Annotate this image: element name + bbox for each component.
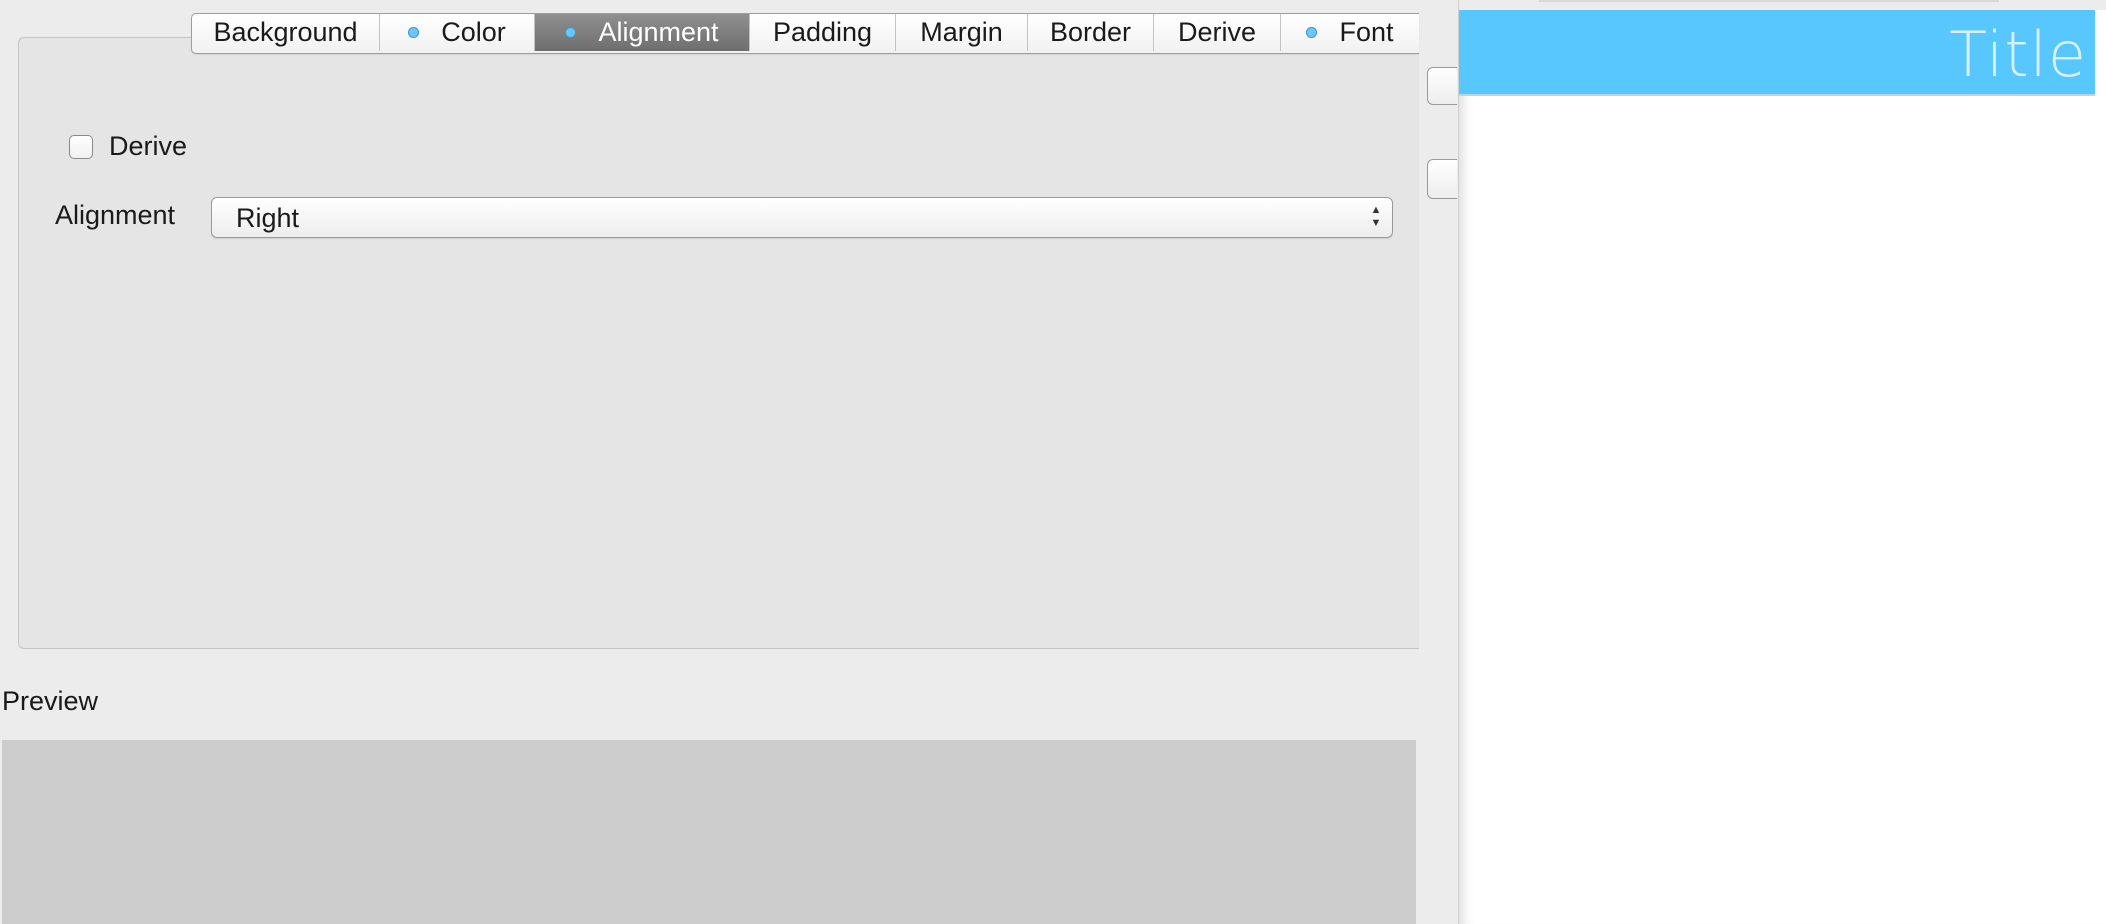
tab-label: Border (1049, 17, 1132, 47)
modified-dot-icon (1306, 27, 1318, 38)
tab-label: Alignment (598, 17, 719, 47)
preview-title-bar[interactable]: Title (1459, 10, 2095, 96)
modified-dot-icon (565, 27, 577, 38)
tab-border[interactable]: Border (1028, 14, 1154, 51)
tab-label: Padding (772, 17, 873, 47)
modified-dot-icon (408, 27, 420, 38)
alignment-selected-value: Right (236, 203, 300, 233)
tab-label: Background (213, 17, 358, 47)
tab-background[interactable]: Background (192, 14, 380, 51)
tab-label: Font (1339, 17, 1394, 47)
tab-color[interactable]: Color (380, 14, 535, 51)
alignment-label: Alignment (55, 200, 176, 230)
preview-label: Preview (2, 686, 99, 716)
select-arrows-icon: ▲ ▼ (1370, 204, 1382, 229)
tab-margin[interactable]: Margin (896, 14, 1028, 51)
tab-content-panel: Derive Alignment Right ▲ ▼ (18, 37, 1457, 649)
tab-label: Margin (920, 17, 1003, 47)
preview-top-strip (1459, 0, 2106, 10)
preview-title: Title (1949, 18, 2087, 91)
tab-derive[interactable]: Derive (1154, 14, 1281, 51)
style-tab-bar: Background Color Alignment Padding Margi… (191, 13, 1419, 54)
style-editor-pane: Derive Alignment Right ▲ ▼ Background Col… (0, 0, 1458, 924)
derive-checkbox[interactable] (69, 134, 93, 159)
alignment-select[interactable]: Right ▲ ▼ (211, 197, 1393, 238)
tab-label: Color (441, 17, 506, 47)
style-editor-window: Derive Alignment Right ▲ ▼ Background Col… (0, 0, 2106, 924)
top-strip-line (1539, 0, 1999, 2)
tab-padding[interactable]: Padding (750, 14, 896, 51)
tab-alignment[interactable]: Alignment (535, 14, 750, 51)
derive-side-button[interactable] (1427, 67, 1457, 105)
alignment-side-button[interactable] (1427, 159, 1457, 199)
theme-preview-pane: Title (1459, 0, 2106, 924)
tab-font[interactable]: Font (1281, 14, 1419, 51)
derive-checkbox-label: Derive (109, 131, 188, 161)
derive-row: Derive (69, 131, 187, 162)
tab-label: Derive (1177, 17, 1257, 47)
preview-area (2, 740, 1416, 924)
